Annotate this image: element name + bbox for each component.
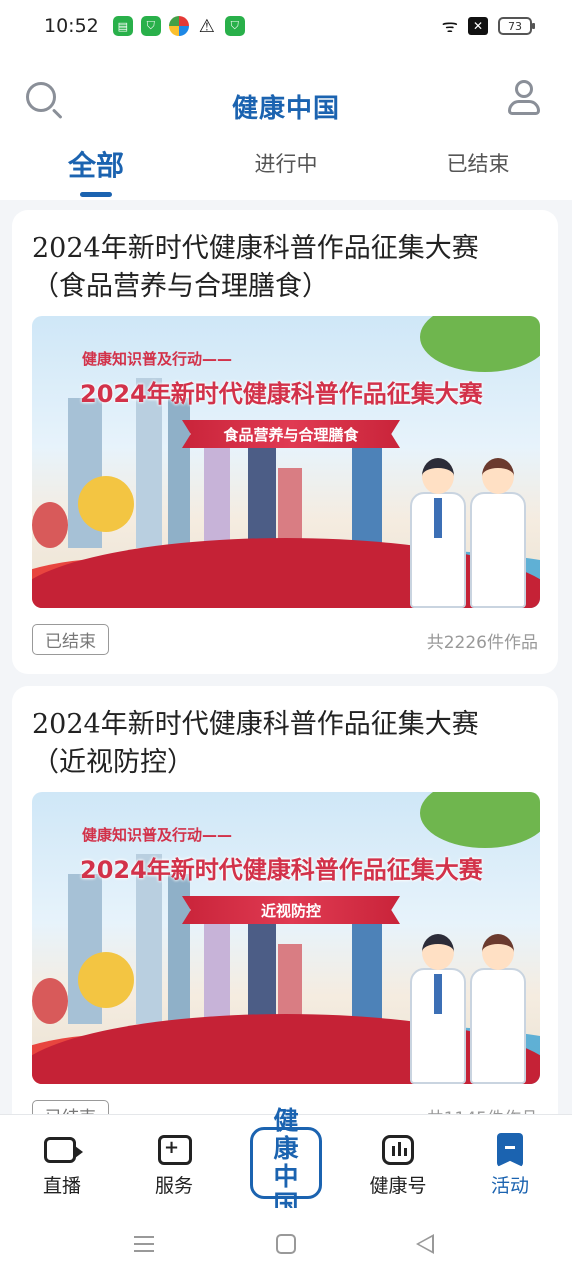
status-bar: 10:52 ▤ ⛉ ⚠ ⛉ ᯤ ✕ 73 — [0, 0, 572, 52]
card-title: 2024年新时代健康科普作品征集大赛 （近视防控） — [32, 706, 532, 782]
menu-icon[interactable] — [134, 1236, 154, 1252]
back-icon[interactable] — [416, 1234, 434, 1254]
nav-item-activity[interactable]: 活动 — [470, 1133, 550, 1198]
bottom-nav: 直播 + 服务 健 康 中 国 健康号 活动 — [0, 1107, 572, 1219]
tab-all[interactable]: 全部 — [26, 144, 166, 184]
app-icon: ▤ — [112, 16, 133, 36]
activity-banner-image[interactable]: 健康知识普及行动—— 2024年新时代健康科普作品征集大赛 近视防控 — [32, 792, 540, 1084]
nav-label: 直播 — [42, 1175, 81, 1197]
status-badge: 已结束 — [32, 624, 109, 655]
card-title-line1: 2024年新时代健康科普作品征集大赛 — [32, 709, 479, 740]
nav-label: 服务 — [154, 1175, 193, 1197]
nav-item-live[interactable]: 直播 — [22, 1133, 102, 1198]
profile-button[interactable] — [506, 78, 542, 118]
doctor-illustration — [406, 458, 470, 608]
notification-icons: ▤ ⛉ ⚠ ⛉ — [112, 15, 245, 37]
page-title: 健康中国 — [231, 94, 340, 124]
activity-card[interactable]: 2024年新时代健康科普作品征集大赛 （近视防控） 健康知识普及行动—— 202… — [12, 686, 558, 1146]
doctor-illustration — [466, 934, 530, 1084]
nav-label: 活动 — [490, 1175, 529, 1197]
battery-level: 73 — [508, 19, 522, 33]
system-status: ᯤ ✕ 73 — [441, 14, 535, 38]
banner-headline: 2024年新时代健康科普作品征集大赛 — [80, 856, 483, 884]
colorful-app-icon — [168, 16, 189, 36]
nav-label: 健康号 — [369, 1175, 427, 1197]
doctor-illustration — [406, 934, 470, 1084]
tree-decoration — [420, 316, 540, 372]
status-time: 10:52 — [44, 15, 99, 37]
live-camera-icon — [44, 1137, 83, 1163]
shield-icon: ⛉ — [140, 16, 161, 36]
nav-home-logo-button[interactable]: 健 康 中 国 — [250, 1107, 322, 1219]
banner-subtitle: 健康知识普及行动—— — [82, 350, 233, 368]
tab-ongoing[interactable]: 进行中 — [216, 148, 356, 178]
wifi-icon: ᯤ — [441, 16, 458, 37]
active-tab-indicator — [80, 192, 112, 197]
banner-ribbon: 近视防控 — [182, 896, 400, 924]
works-count: 共2226件作品 — [426, 633, 538, 653]
card-title-line2: （食品营养与合理膳食） — [32, 271, 329, 302]
card-title: 2024年新时代健康科普作品征集大赛 （食品营养与合理膳食） — [32, 230, 532, 306]
banner-ribbon: 食品营养与合理膳食 — [182, 420, 400, 448]
battery-icon: 73 — [498, 17, 535, 35]
home-icon[interactable] — [276, 1234, 296, 1254]
logo-char: 康 — [273, 1134, 299, 1163]
card-title-line2: （近视防控） — [32, 747, 194, 778]
banner-headline: 2024年新时代健康科普作品征集大赛 — [80, 380, 483, 408]
nav-item-service[interactable]: + 服务 — [134, 1133, 214, 1198]
health-chart-icon — [382, 1135, 414, 1165]
tab-ended[interactable]: 已结束 — [408, 148, 548, 178]
activity-bookmark-icon — [497, 1133, 523, 1167]
banner-subtitle: 健康知识普及行动—— — [82, 826, 233, 844]
tree-decoration — [420, 792, 540, 848]
service-add-icon: + — [158, 1135, 192, 1165]
card-title-line1: 2024年新时代健康科普作品征集大赛 — [32, 233, 479, 264]
doctor-illustration — [466, 458, 530, 608]
filter-tabs: 全部 进行中 已结束 — [0, 148, 572, 200]
app-header: 健康中国 全部 进行中 已结束 — [0, 52, 572, 200]
activity-card[interactable]: 2024年新时代健康科普作品征集大赛 （食品营养与合理膳食） 健康知识普及行动—… — [12, 210, 558, 674]
logo-char: 中 — [273, 1162, 299, 1191]
warning-icon: ⚠ — [198, 15, 215, 37]
shield-icon: ⛉ — [224, 16, 245, 36]
logo-char: 健 — [273, 1106, 299, 1135]
card-footer: 已结束 共2226件作品 — [32, 624, 538, 655]
nav-item-health-account[interactable]: 健康号 — [358, 1133, 438, 1198]
close-box-icon: ✕ — [468, 17, 488, 35]
system-nav-bar — [0, 1208, 572, 1280]
activity-banner-image[interactable]: 健康知识普及行动—— 2024年新时代健康科普作品征集大赛 食品营养与合理膳食 — [32, 316, 540, 608]
